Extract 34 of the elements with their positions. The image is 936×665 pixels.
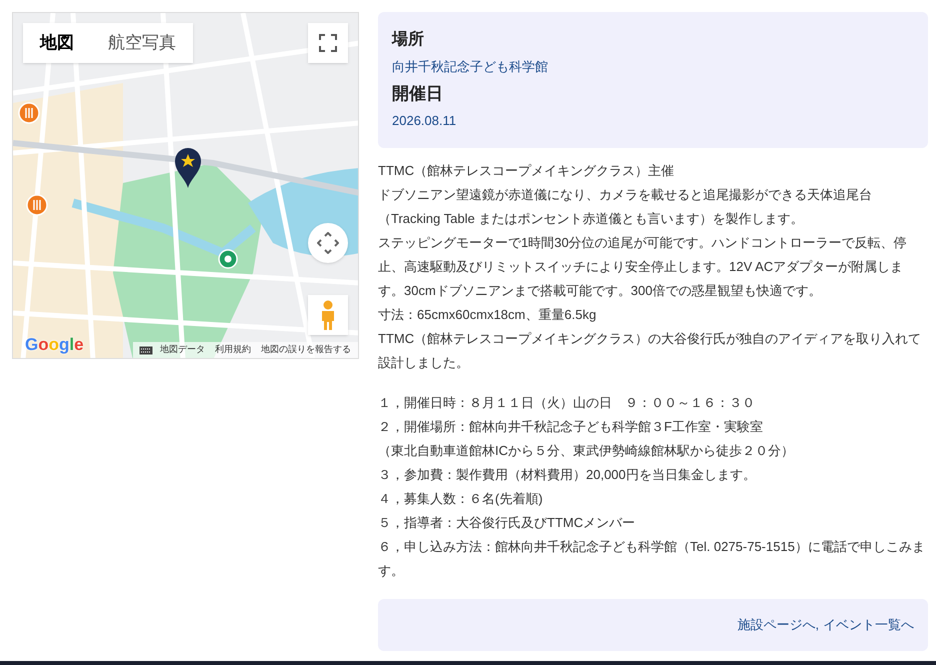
- keyboard-icon[interactable]: [139, 346, 153, 354]
- info-heading: 開催日: [392, 83, 444, 105]
- map-footer-link[interactable]: 地図の誤りを報告する: [258, 343, 354, 357]
- detail-text: ６，申し込み方法：館林向井千秋記念子ども科学館（Tel. 0275-75-1515）に電話で申しこみます。: [378, 538, 926, 580]
- description-text: ステッピングモーターで1時間30分位の追尾が可能です。ハンドコントローラーで反転、停止、高速駆動及びリミットスイッチにより安全停止します。12V ACアダプターが附属します。30cmドブソニアンまで搭載可能です。300倍での惑星観望も快適です。: [378, 234, 908, 300]
- link-separator: ,: [815, 616, 819, 634]
- map-footer-link[interactable]: 利用規約: [212, 343, 254, 357]
- description-text: TTMC（館林テレスコープメイキングクラス）の大谷俊行氏が独自のアイディアを取り入れて設計しました。: [378, 330, 922, 372]
- info-value: 向井千秋記念子ども科学館: [392, 58, 549, 76]
- description-text: ドブソニアン望遠鏡が赤道儀になり、カメラを載せると追尾撮影ができる天体追尾台（Tracking Table またはポンセント赤道儀とも言います）を製作します。: [378, 186, 873, 228]
- detail-text: １，開催日時：８月１１日（火）山の日 ９：００～１６：３０: [378, 394, 756, 412]
- map-type-tab[interactable]: 航空写真: [91, 23, 193, 63]
- detail-text: （東北自動車道館林ICから５分、東武伊勢崎線館林駅から徒歩２０分）: [378, 442, 795, 460]
- info-heading: 場所: [392, 30, 425, 50]
- description-text: 寸法：65cmx60cmx18cm、重量6.5kg: [378, 306, 598, 324]
- detail-text: ５，指導者：大谷俊行氏及びTTMCメンバー: [378, 514, 636, 532]
- star-marker-icon: [175, 148, 201, 188]
- detail-text: ２，開催場所：館林向井千秋記念子ども科学館３F工作室・実験室: [378, 418, 764, 436]
- park-pin-icon: [218, 249, 238, 271]
- detail-text: ４，募集人数：６名(先着順): [378, 490, 544, 508]
- map-type-tab[interactable]: 地図: [23, 23, 91, 63]
- detail-text: ３，参加費：製作費用（材料費用）20,000円を当日集金します。: [378, 466, 757, 484]
- move-arrows-icon: [317, 232, 339, 254]
- map-footer-link[interactable]: 地図データ: [157, 343, 208, 357]
- google-logo: Google: [25, 335, 84, 355]
- info-value: 2026.08.11: [392, 112, 458, 130]
- description-text: TTMC（館林テレスコープメイキングクラス）主催: [378, 162, 676, 180]
- page-link[interactable]: 施設ページへ: [737, 615, 816, 635]
- fullscreen-icon: [319, 34, 337, 52]
- person-icon: [320, 300, 336, 330]
- map[interactable]: 地図 航空写真 Google 地図データ 利用規約 地図の誤りを報告する: [12, 12, 359, 359]
- page-link[interactable]: イベント一覧へ: [823, 615, 914, 635]
- fullscreen-button[interactable]: [308, 23, 348, 63]
- restaurant-pin-icon: [18, 102, 40, 126]
